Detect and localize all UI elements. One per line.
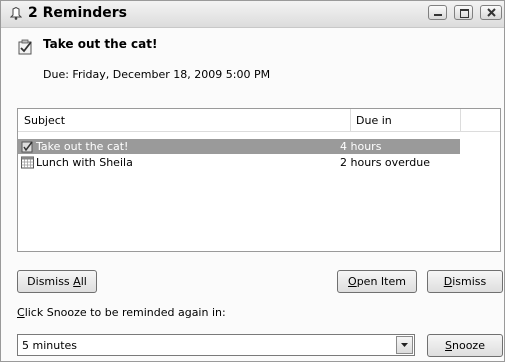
open-item-accel: O [348,275,357,288]
snooze-accel: S [445,339,452,352]
list-item-subject: Lunch with Sheila [36,156,133,169]
open-item-button[interactable]: Open Item [337,270,417,293]
close-button[interactable] [480,5,502,20]
snooze-label-accel: C [17,306,25,319]
list-item-subject: Take out the cat! [36,140,129,153]
column-subject[interactable]: Subject [24,114,65,127]
reminders-window: 2 Reminders Take out the cat! Due: Frida… [0,0,505,362]
snooze-duration-value: 5 minutes [22,339,78,352]
chevron-down-icon [401,343,408,347]
list-item[interactable]: Lunch with Sheila 2 hours overdue [18,155,460,170]
calendar-icon [21,156,34,169]
task-icon [18,39,32,55]
snooze-button[interactable]: Snooze [427,334,503,357]
open-item-label: pen Item [356,275,406,288]
column-divider [460,109,461,131]
bell-icon [10,7,22,20]
dismiss-accel: D [443,275,453,288]
dismiss-all-button[interactable]: Dismiss All [17,270,97,293]
dropdown-button[interactable] [396,336,413,354]
dismiss-all-label: Dismiss [27,275,74,288]
dismiss-all-label-end: ll [80,275,87,288]
list-item-due: 4 hours [340,140,382,153]
reminder-due: Due: Friday, December 18, 2009 5:00 PM [43,68,271,81]
close-icon [487,8,496,17]
dismiss-label: ismiss [452,275,487,288]
maximize-icon [460,9,469,18]
reminder-list[interactable]: Subject Due in Take out the cat! 4 hours… [17,108,501,252]
list-header: Subject Due in [18,109,500,132]
list-item-due: 2 hours overdue [340,156,430,169]
snooze-duration-select[interactable]: 5 minutes [17,334,415,356]
task-icon [21,141,33,153]
list-item[interactable]: Take out the cat! 4 hours [18,139,460,154]
dismiss-all-accel: A [73,275,81,288]
title-bar[interactable]: 2 Reminders [1,1,504,28]
maximize-button[interactable] [454,5,473,20]
window-title: 2 Reminders [28,5,127,21]
column-due-in[interactable]: Due in [356,114,392,127]
minimize-button[interactable] [428,5,447,20]
snooze-instruction: Click Snooze to be reminded again in: [17,306,226,319]
column-divider [350,109,351,131]
snooze-label: nooze [452,339,485,352]
snooze-label-text: lick Snooze to be reminded again in: [24,306,226,319]
reminder-subject: Take out the cat! [43,37,158,51]
dismiss-button[interactable]: Dismiss [427,270,503,293]
minimize-icon [434,14,442,16]
